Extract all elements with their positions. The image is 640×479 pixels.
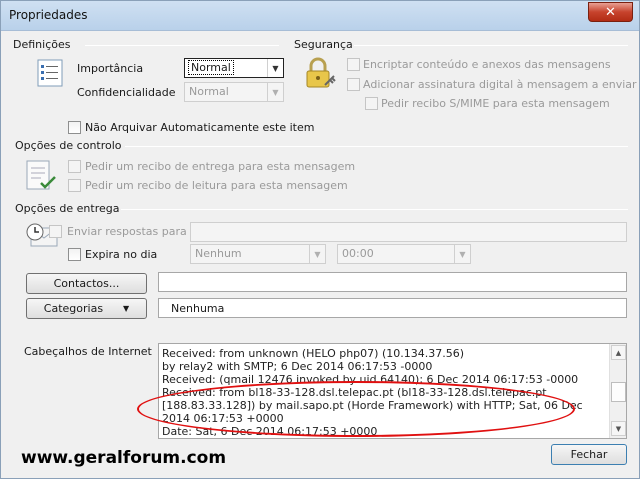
- enviar-respostas-input[interactable]: [190, 222, 627, 242]
- categorias-button-label: Categorias: [43, 302, 104, 315]
- smime-checkbox[interactable]: [365, 97, 378, 110]
- enviar-respostas-checkbox[interactable]: [49, 225, 62, 238]
- scroll-down-icon[interactable]: ▼: [611, 421, 626, 436]
- header-line: Received: from unknown (HELO php07) (10.…: [162, 347, 465, 360]
- recibo-entrega-label: Pedir um recibo de entrega para esta men…: [85, 160, 356, 173]
- contactos-button-label: Contactos...: [53, 277, 120, 290]
- expira-data-value: Nenhum: [195, 247, 242, 260]
- importancia-select[interactable]: Normal ▼: [184, 58, 284, 78]
- fechar-button[interactable]: Fechar: [551, 444, 627, 465]
- properties-list-icon: [37, 59, 63, 87]
- confidencialidade-value: Normal: [189, 85, 229, 98]
- tracking-checklist-icon: [26, 160, 56, 190]
- title-bar: Propriedades ✕: [1, 1, 639, 31]
- contactos-input[interactable]: [158, 272, 627, 292]
- properties-dialog: Propriedades ✕ Definições Importância No…: [0, 0, 640, 479]
- recibo-leitura-checkbox[interactable]: [68, 179, 81, 192]
- categorias-input[interactable]: Nenhuma: [158, 298, 627, 318]
- definicoes-title: Definições: [13, 38, 71, 51]
- recibo-leitura-label: Pedir um recibo de leitura para esta men…: [85, 179, 348, 192]
- definicoes-divider: [85, 45, 279, 46]
- enviar-respostas-label: Enviar respostas para: [67, 225, 187, 238]
- confidencialidade-label: Confidencialidade: [77, 86, 176, 99]
- nao-arquivar-label: Não Arquivar Automaticamente este item: [85, 121, 315, 134]
- encriptar-checkbox[interactable]: [347, 58, 360, 71]
- expira-label: Expira no dia: [85, 248, 158, 261]
- chevron-down-icon: ▼: [454, 245, 470, 263]
- chevron-down-icon: ▼: [123, 304, 130, 313]
- expira-hora-value: 00:00: [342, 247, 374, 260]
- entrega-divider: [121, 209, 628, 210]
- controlo-title: Opções de controlo: [15, 139, 122, 152]
- importancia-value: Normal: [188, 60, 234, 75]
- entrega-title: Opções de entrega: [15, 202, 120, 215]
- categorias-value: Nenhuma: [171, 302, 225, 315]
- close-icon: ✕: [605, 4, 616, 20]
- cabecalhos-label: Cabeçalhos de Internet: [24, 345, 152, 358]
- importancia-label: Importância: [77, 62, 143, 75]
- encriptar-label: Encriptar conteúdo e anexos das mensagen…: [363, 58, 611, 71]
- expira-hora-select[interactable]: 00:00 ▼: [337, 244, 471, 264]
- seguranca-divider: [354, 45, 628, 46]
- scroll-thumb[interactable]: [611, 382, 626, 402]
- confidencialidade-select[interactable]: Normal ▼: [184, 82, 284, 102]
- assinatura-checkbox[interactable]: [347, 78, 360, 91]
- header-line: by relay2 with SMTP; 6 Dec 2014 06:17:53…: [162, 360, 433, 373]
- assinatura-label: Adicionar assinatura digital à mensagem …: [363, 78, 637, 91]
- controlo-divider: [125, 146, 628, 147]
- security-lock-icon: [306, 57, 336, 88]
- categorias-button[interactable]: Categorias ▼: [26, 298, 147, 319]
- recibo-entrega-checkbox[interactable]: [68, 160, 81, 173]
- close-button[interactable]: ✕: [588, 2, 633, 22]
- headers-scrollbar[interactable]: ▲ ▼: [609, 344, 626, 438]
- chevron-down-icon: ▼: [267, 83, 283, 101]
- contactos-button[interactable]: Contactos...: [26, 273, 147, 294]
- watermark: www.geralforum.com: [21, 448, 227, 468]
- chevron-down-icon: ▼: [309, 245, 325, 263]
- fechar-button-label: Fechar: [570, 448, 608, 461]
- nao-arquivar-checkbox[interactable]: [68, 121, 81, 134]
- seguranca-title: Segurança: [294, 38, 353, 51]
- smime-label: Pedir recibo S/MIME para esta mensagem: [381, 97, 610, 110]
- scroll-up-icon[interactable]: ▲: [611, 345, 626, 360]
- importancia-label-text: Importância: [77, 62, 144, 75]
- window-title: Propriedades: [9, 8, 88, 22]
- red-annotation-oval: [137, 381, 575, 437]
- expira-data-select[interactable]: Nenhum ▼: [190, 244, 326, 264]
- chevron-down-icon: ▼: [267, 59, 283, 77]
- expira-checkbox[interactable]: [68, 248, 81, 261]
